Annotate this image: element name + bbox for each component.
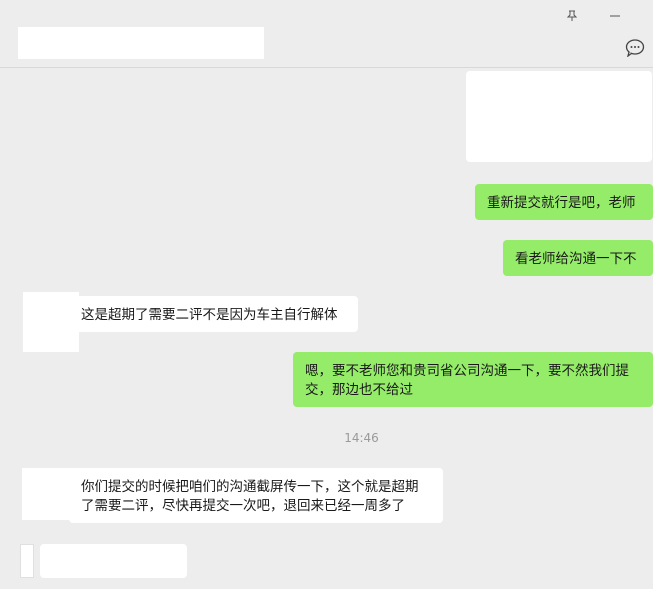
minimize-button[interactable] — [605, 6, 625, 26]
message-text: 嗯，要不老师您和贵司省公司沟通一下，要不然我们提交，那边也不给过 — [305, 363, 629, 398]
message-text: 看老师给沟通一下不 — [515, 251, 637, 267]
message-bubble-received[interactable]: 这是超期了需要二评不是因为车主自行解体 — [69, 296, 358, 332]
timestamp: 14:46 — [344, 431, 379, 445]
chat-window: 重新提交就行是吧，老师 看老师给沟通一下不 这是超期了需要二评不是因为车主自行解… — [0, 0, 653, 589]
avatar[interactable] — [22, 468, 72, 520]
message-image-received[interactable] — [40, 544, 187, 578]
message-text: 重新提交就行是吧，老师 — [487, 195, 636, 211]
pin-button[interactable] — [562, 6, 582, 26]
chat-header — [0, 0, 653, 68]
message-bubble-received[interactable]: 你们提交的时候把咱们的沟通截屏传一下，这个就是超期了需要二评，尽快再提交一次吧，… — [69, 468, 443, 523]
chat-title-redacted — [18, 27, 264, 59]
message-text: 你们提交的时候把咱们的沟通截屏传一下，这个就是超期了需要二评，尽快再提交一次吧，… — [81, 479, 419, 514]
document-thumbnail[interactable] — [20, 544, 34, 578]
message-text: 这是超期了需要二评不是因为车主自行解体 — [81, 307, 338, 323]
message-list[interactable]: 重新提交就行是吧，老师 看老师给沟通一下不 这是超期了需要二评不是因为车主自行解… — [0, 69, 653, 589]
message-bubble-sent[interactable]: 重新提交就行是吧，老师 — [475, 184, 653, 220]
pin-icon — [566, 10, 578, 21]
message-bubble-sent[interactable]: 嗯，要不老师您和贵司省公司沟通一下，要不然我们提交，那边也不给过 — [293, 352, 653, 407]
chat-bubble-icon — [625, 39, 645, 57]
minimize-icon — [610, 15, 620, 17]
message-bubble-sent[interactable]: 看老师给沟通一下不 — [503, 240, 653, 276]
chat-info-button[interactable] — [624, 38, 646, 58]
message-image-sent[interactable] — [466, 71, 652, 162]
